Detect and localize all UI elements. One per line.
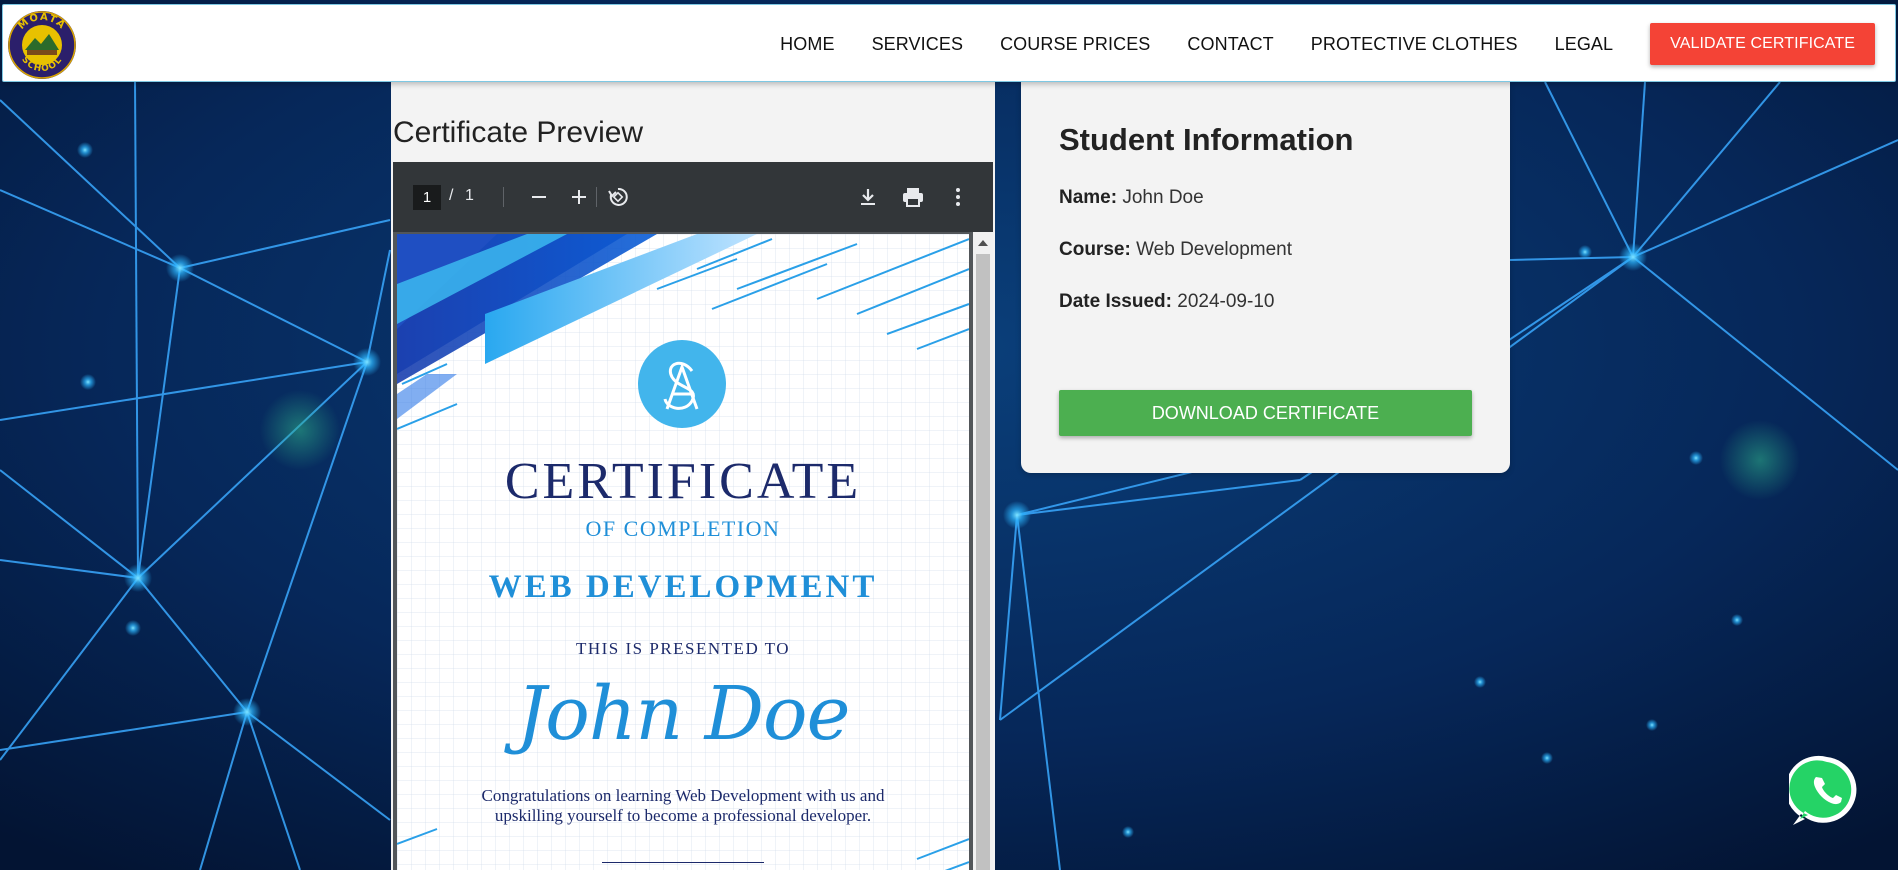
toolbar-divider <box>596 187 597 207</box>
pdf-scrollbar[interactable] <box>973 232 993 870</box>
nav-services[interactable]: SERVICES <box>872 34 964 55</box>
certificate-recipient-name: John Doe <box>516 671 851 757</box>
date-value: 2024-09-10 <box>1177 291 1275 312</box>
certificate-title: CERTIFICATE <box>504 453 862 510</box>
nav-legal[interactable]: LEGAL <box>1555 34 1614 55</box>
nav-contact[interactable]: CONTACT <box>1187 34 1273 55</box>
course-value: Web Development <box>1136 239 1293 260</box>
student-information-card: Student Information Name: John Doe Cours… <box>1021 82 1510 473</box>
rotate-icon[interactable] <box>603 182 633 212</box>
top-navbar: MOATA SCHOOL HOME SERVICES COURSE PRICES… <box>2 4 1896 82</box>
nav-links: HOME SERVICES COURSE PRICES CONTACT PROT… <box>780 5 1875 83</box>
student-name-row: Name: John Doe <box>1059 187 1204 209</box>
scroll-thumb[interactable] <box>976 254 990 870</box>
course-label: Course: <box>1059 239 1131 260</box>
pdf-toolbar: 1 / 1 <box>393 162 993 232</box>
scroll-up-arrow-icon[interactable] <box>978 240 988 246</box>
nav-protective-clothes[interactable]: PROTECTIVE CLOTHES <box>1311 34 1518 55</box>
student-course-row: Course: Web Development <box>1059 239 1292 261</box>
download-icon[interactable] <box>853 182 883 212</box>
certificate-message: Congratulations on learning Web Developm… <box>481 786 885 825</box>
pdf-viewer[interactable]: CERTIFICATE OF COMPLETION WEB DEVELOPMEN… <box>393 232 993 870</box>
nav-course-prices[interactable]: COURSE PRICES <box>1000 34 1150 55</box>
date-label: Date Issued: <box>1059 291 1172 312</box>
school-logo[interactable]: MOATA SCHOOL <box>7 10 77 80</box>
certificate-preview-panel: Certificate Preview 1 / 1 CERTIFICATE OF… <box>391 82 995 870</box>
page-total: 1 <box>465 187 474 204</box>
print-icon[interactable] <box>898 182 928 212</box>
signature-line <box>602 862 764 863</box>
more-options-icon[interactable] <box>943 182 973 212</box>
certificate-emblem-icon <box>638 340 726 428</box>
zoom-out-icon[interactable] <box>524 182 554 212</box>
zoom-in-icon[interactable] <box>564 182 594 212</box>
download-certificate-button[interactable]: DOWNLOAD CERTIFICATE <box>1059 390 1472 436</box>
whatsapp-icon[interactable] <box>1789 753 1865 829</box>
toolbar-divider <box>503 187 504 207</box>
certificate-course: WEB DEVELOPMENT <box>488 569 878 605</box>
student-info-title: Student Information <box>1059 122 1354 157</box>
name-label: Name: <box>1059 187 1118 208</box>
certificate-page: CERTIFICATE OF COMPLETION WEB DEVELOPMEN… <box>397 234 969 870</box>
preview-title: Certificate Preview <box>393 116 644 149</box>
page-separator: / <box>449 187 454 204</box>
student-date-row: Date Issued: 2024-09-10 <box>1059 291 1274 313</box>
page-number-input[interactable]: 1 <box>413 185 441 210</box>
certificate-subtitle: OF COMPLETION <box>585 516 781 541</box>
name-value: John Doe <box>1122 187 1204 208</box>
certificate-presented-to: THIS IS PRESENTED TO <box>575 639 791 658</box>
nav-home[interactable]: HOME <box>780 34 834 55</box>
validate-certificate-button[interactable]: VALIDATE CERTIFICATE <box>1650 23 1875 65</box>
